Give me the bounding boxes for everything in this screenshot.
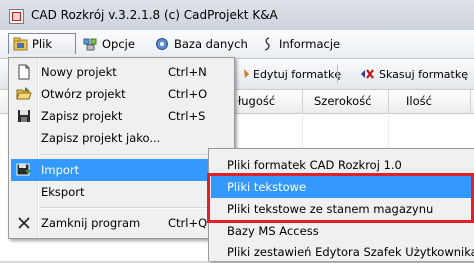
menu-item-label: Eksport <box>41 185 85 199</box>
menu-item-label: Nowy projekt <box>41 65 117 79</box>
menu-bar: Plik Opcje Baza danych Informacje <box>0 30 474 59</box>
delete-formatka-button[interactable]: Skasuj formatkę <box>360 64 468 84</box>
menu-item-label: Zapisz projekt <box>41 109 123 123</box>
menu-item-zamknij-program[interactable]: Zamknij program Ctrl+Q <box>11 212 232 234</box>
submenu-item-label: Pliki formatek CAD Rozkroj 1.0 <box>227 158 402 172</box>
edit-formatka-button[interactable]: Edytuj formatkę <box>242 64 341 84</box>
menu-item-import[interactable]: Import <box>11 159 232 181</box>
menu-item-otworz-projekt[interactable]: Otwórz projekt Ctrl+O <box>11 83 232 105</box>
menu-item-zapisz-projekt[interactable]: Zapisz projekt Ctrl+S <box>11 105 232 127</box>
file-menu-dropdown: Nowy projekt Ctrl+N Otwórz projekt Ctrl+… <box>8 57 235 239</box>
menu-item-label: Import <box>41 163 80 177</box>
menu-item-shortcut: Ctrl+O <box>168 87 208 101</box>
info-icon <box>260 36 275 51</box>
menu-item-eksport[interactable]: Eksport <box>11 181 232 203</box>
submenu-item-label: Pliki tekstowe ze stanem magazynu <box>227 202 434 216</box>
menu-item-shortcut: Ctrl+N <box>168 65 207 79</box>
edit-icon <box>242 68 250 80</box>
delete-formatka-label: Skasuj formatkę <box>379 67 468 81</box>
menu-item-label: Zapisz projekt jako... <box>41 131 161 145</box>
open-folder-icon <box>16 86 32 102</box>
menu-item-shortcut: Ctrl+S <box>168 109 206 123</box>
submenu-item-bazy-ms-access[interactable]: Bazy MS Access <box>211 220 473 242</box>
column-divider <box>470 90 471 113</box>
submenu-item-label: Bazy MS Access <box>227 224 319 238</box>
submenu-item-pliki-formatek[interactable]: Pliki formatek CAD Rozkroj 1.0 <box>211 154 473 176</box>
menu-separator <box>40 154 230 156</box>
menu-plik[interactable]: Plik <box>8 33 76 54</box>
submenu-item-label: Pliki tekstowe <box>227 180 307 194</box>
submenu-item-zestawienia-edytora[interactable]: Pliki zestawień Edytora Szafek Użytkowni… <box>211 241 474 263</box>
close-icon <box>16 215 32 231</box>
column-header-dlugosc[interactable]: ługość <box>238 94 275 108</box>
import-submenu: Pliki formatek CAD Rozkroj 1.0 Pliki tek… <box>208 148 474 261</box>
save-icon <box>16 108 32 124</box>
menu-baza-danych-label: Baza danych <box>174 36 248 51</box>
menu-item-label: Zamknij program <box>41 216 141 230</box>
import-icon <box>16 162 32 178</box>
submenu-item-pliki-tekstowe[interactable]: Pliki tekstowe <box>211 176 473 198</box>
column-divider <box>388 90 389 113</box>
menu-opcje[interactable]: Opcje <box>79 33 139 54</box>
toolbar-separator <box>337 65 338 83</box>
menu-baza-danych[interactable]: Baza danych <box>151 33 252 54</box>
submenu-item-pliki-tekstowe-magazyn[interactable]: Pliki tekstowe ze stanem magazynu <box>211 198 473 220</box>
settings-icon <box>83 37 98 51</box>
menu-item-nowy-projekt[interactable]: Nowy projekt Ctrl+N <box>11 61 232 83</box>
column-header-szerokosc[interactable]: Szerokość <box>314 94 372 108</box>
title-bar: CAD Rozkrój v.3.2.1.8 (c) CadProjekt K&A <box>0 0 474 30</box>
menu-separator <box>40 207 230 209</box>
column-divider <box>302 90 303 113</box>
menu-item-shortcut: Ctrl+Q <box>168 216 208 230</box>
menu-opcje-label: Opcje <box>102 36 135 51</box>
database-icon <box>155 37 170 51</box>
menu-item-zapisz-projekt-jako[interactable]: Zapisz projekt jako... <box>11 127 232 149</box>
menu-informacje[interactable]: Informacje <box>256 33 344 54</box>
menu-informacje-label: Informacje <box>279 36 341 51</box>
submenu-item-label: Pliki zestawień Edytora Szafek Użytkowni… <box>227 245 474 259</box>
new-document-icon <box>16 64 32 80</box>
menu-item-label: Otwórz projekt <box>41 87 126 101</box>
menu-plik-label: Plik <box>32 37 52 51</box>
edit-formatka-label: Edytuj formatkę <box>253 67 342 81</box>
app-icon <box>9 9 24 24</box>
folder-icon <box>13 37 28 51</box>
delete-icon <box>360 68 376 80</box>
window-title: CAD Rozkrój v.3.2.1.8 (c) CadProjekt K&A <box>31 8 278 22</box>
column-header-ilosc[interactable]: Ilość <box>406 94 432 108</box>
